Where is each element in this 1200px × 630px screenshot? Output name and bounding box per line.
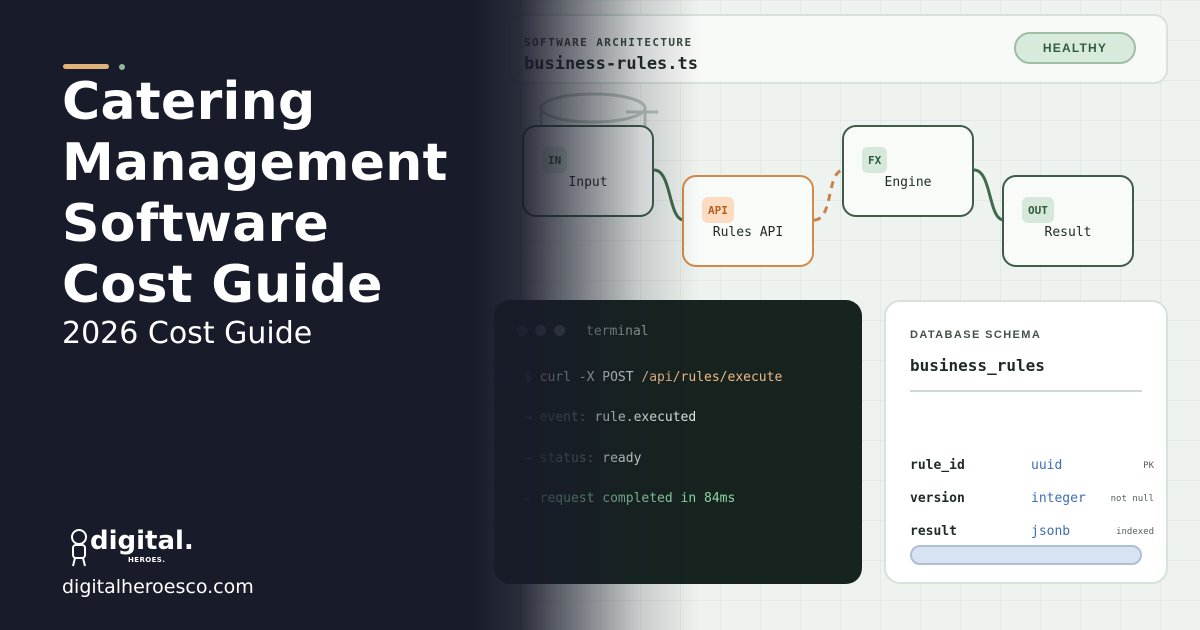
accent-line [63, 64, 109, 69]
terminal-title: terminal [586, 324, 649, 339]
event-value: rule.executed [594, 410, 697, 425]
astronaut-icon [71, 529, 87, 567]
node-tag-fx: FX [862, 147, 888, 173]
check-icon: ✓ [524, 491, 532, 506]
event-key: → event: [524, 410, 587, 425]
hero-panel: Catering Management Software Cost Guide … [0, 0, 500, 630]
status-key: → status: [524, 451, 595, 466]
connector-engine-result [973, 168, 1005, 222]
flow-node-rules-api[interactable]: API Rules API [682, 175, 814, 267]
node-label-engine: Engine [884, 175, 932, 190]
schema-row: rule_id uuid PK [910, 458, 1154, 478]
divider [910, 390, 1142, 392]
column-type: uuid [1031, 458, 1063, 473]
terminal-status-line: → status: ready [524, 451, 641, 466]
column-name: result [910, 524, 957, 539]
brand-subtitle: HEROES. [128, 556, 166, 564]
schema-row: result jsonb indexed [910, 524, 1154, 544]
terminal-window: terminal $ curl -X POST /api/rules/execu… [494, 300, 862, 584]
page-title: Catering Management Software Cost Guide [62, 72, 482, 316]
prompt-symbol: $ [524, 370, 532, 385]
minimize-dot[interactable] [535, 325, 546, 336]
flow-node-engine[interactable]: FX Engine [842, 125, 974, 217]
column-name: rule_id [910, 458, 965, 473]
node-tag-api: API [702, 197, 734, 223]
brand-logo[interactable]: digital. HEROES. [68, 526, 194, 570]
node-tag-in: IN [542, 147, 568, 173]
status-value: ready [602, 451, 642, 466]
schema-highlight-bar [910, 545, 1142, 565]
column-flag: indexed [1116, 527, 1154, 537]
node-label-rules-api: Rules API [712, 225, 784, 240]
terminal-event-line: → event: rule.executed [524, 410, 696, 425]
node-tag-out: OUT [1022, 197, 1054, 223]
done-text: request completed in 84ms [539, 491, 736, 506]
flow-node-input[interactable]: IN Input [522, 125, 654, 217]
headline-line: Cost Guide [62, 255, 383, 315]
schema-row: version integer not null [910, 491, 1154, 511]
page-subtitle: 2026 Cost Guide [62, 316, 313, 351]
maximize-dot[interactable] [554, 325, 565, 336]
website-link[interactable]: digitalheroesco.com [62, 576, 254, 598]
column-type: jsonb [1031, 524, 1071, 539]
accent-dot [119, 64, 125, 70]
brand-wordmark: digital. [90, 526, 194, 556]
connector-input-api [653, 168, 685, 222]
headline-line: Software [62, 194, 330, 254]
window-controls [516, 325, 565, 336]
headline-line: Management [62, 133, 448, 193]
node-label-input: Input [568, 175, 608, 190]
column-name: version [910, 491, 965, 506]
command-text: curl -X POST [539, 370, 634, 385]
headline-line: Catering [62, 72, 316, 132]
database-schema-card: DATABASE SCHEMA business_rules rule_id u… [884, 300, 1168, 584]
flow-node-result[interactable]: OUT Result [1002, 175, 1134, 267]
close-dot[interactable] [516, 325, 527, 336]
column-type: integer [1031, 491, 1086, 506]
column-flag: PK [1143, 461, 1154, 471]
schema-kicker: DATABASE SCHEMA [910, 329, 1042, 341]
column-flag: not null [1110, 494, 1154, 504]
node-label-result: Result [1044, 225, 1092, 240]
terminal-command-line: $ curl -X POST /api/rules/execute [524, 370, 782, 385]
terminal-done-line: ✓ request completed in 84ms [524, 491, 735, 506]
command-path: /api/rules/execute [641, 370, 783, 385]
schema-table-name: business_rules [910, 356, 1045, 375]
connector-api-engine [813, 168, 845, 222]
